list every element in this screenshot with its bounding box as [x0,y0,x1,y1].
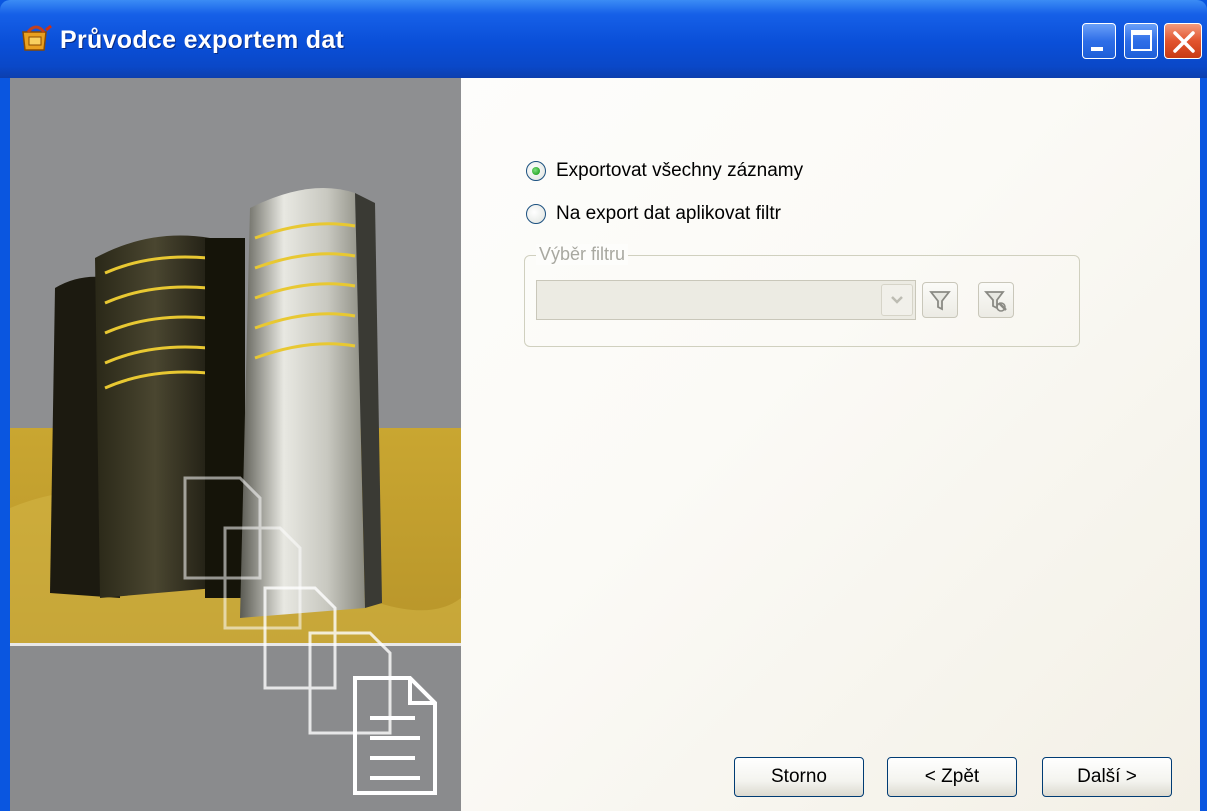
server-illustration [10,78,461,811]
apply-filter-radio[interactable] [526,204,546,224]
filter-group-legend: Výběr filtru [536,244,629,265]
filter-select[interactable] [536,280,916,320]
filter-select-dropdown-button[interactable] [881,284,913,316]
maximize-icon [1131,30,1152,51]
filter-button[interactable] [922,282,958,318]
export-all-option[interactable]: Exportovat všechny záznamy [526,157,803,185]
funnel-edit-icon [984,291,1007,312]
funnel-icon [929,291,951,311]
edit-filter-button[interactable] [978,282,1014,318]
export-all-radio[interactable] [526,161,546,181]
close-button[interactable] [1164,23,1202,59]
app-icon [22,24,52,51]
window-title: Průvodce exportem dat [60,26,345,54]
next-button[interactable]: Další > [1042,757,1172,797]
minimize-button[interactable] [1082,23,1116,59]
back-button[interactable]: < Zpět [887,757,1017,797]
chevron-down-icon [891,296,903,304]
wizard-client-area: Exportovat všechny záznamy Na export dat… [10,78,1200,811]
minimize-icon [1091,47,1103,51]
apply-filter-label[interactable]: Na export dat aplikovat filtr [556,203,781,225]
maximize-button[interactable] [1124,23,1158,59]
cancel-button[interactable]: Storno [734,757,864,797]
wizard-window: Průvodce exportem dat Exportovat všechny… [0,0,1207,811]
apply-filter-option[interactable]: Na export dat aplikovat filtr [526,200,781,228]
title-bar[interactable]: Průvodce exportem dat [0,0,1207,78]
close-icon [1173,31,1195,53]
export-all-label[interactable]: Exportovat všechny záznamy [556,160,803,182]
